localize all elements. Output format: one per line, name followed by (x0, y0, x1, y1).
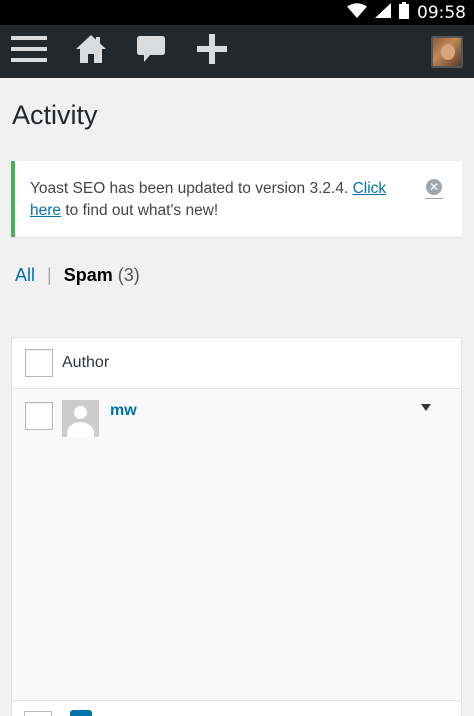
footer-checkbox[interactable] (24, 711, 52, 716)
battery-icon (399, 1, 409, 24)
status-time: 09:58 (417, 2, 466, 23)
notice-text: Yoast SEO has been updated to version 3.… (30, 178, 410, 222)
dismiss-button[interactable]: ✕ (424, 176, 444, 200)
menu-icon (11, 34, 47, 69)
new-content-button[interactable] (194, 25, 230, 78)
comments-button[interactable] (134, 25, 168, 78)
author-name-link[interactable]: mw (110, 402, 137, 420)
filter-spam-link[interactable]: Spam (64, 265, 113, 286)
update-notice: Yoast SEO has been updated to version 3.… (11, 161, 462, 237)
toggle-row-icon[interactable] (421, 404, 431, 411)
filter-separator: | (47, 265, 52, 285)
menu-button[interactable] (10, 25, 48, 78)
column-author[interactable]: Author (62, 354, 109, 372)
avatar-head (74, 406, 87, 419)
filter-links: All | Spam (3) (15, 265, 140, 286)
avatar-body (67, 422, 94, 437)
status-bar: 09:58 (0, 0, 474, 25)
footer-badge (70, 710, 92, 716)
comment-icon (136, 34, 166, 69)
filter-all-link[interactable]: All (15, 265, 35, 286)
dismiss-underline (425, 198, 443, 199)
home-button[interactable] (74, 25, 108, 78)
plus-icon (196, 33, 228, 70)
table-row: mw (12, 390, 461, 700)
row-checkbox[interactable] (25, 402, 53, 430)
signal-icon (375, 2, 391, 23)
my-account-button[interactable] (428, 25, 466, 78)
page-title: Activity (12, 100, 98, 130)
filter-spam-count: (3) (117, 265, 140, 285)
table-header: Author (12, 338, 461, 389)
table-footer (12, 700, 461, 716)
user-avatar (431, 35, 463, 68)
home-icon (75, 34, 107, 69)
notice-text-after: to find out what's new! (61, 202, 219, 219)
select-all-checkbox[interactable] (25, 349, 53, 377)
wifi-icon (347, 2, 367, 23)
admin-bar (0, 25, 474, 78)
notice-text-before: Yoast SEO has been updated to version 3.… (30, 180, 353, 197)
dismiss-icon: ✕ (426, 179, 442, 195)
comments-table: Author mw (11, 337, 462, 716)
author-avatar (62, 400, 99, 437)
